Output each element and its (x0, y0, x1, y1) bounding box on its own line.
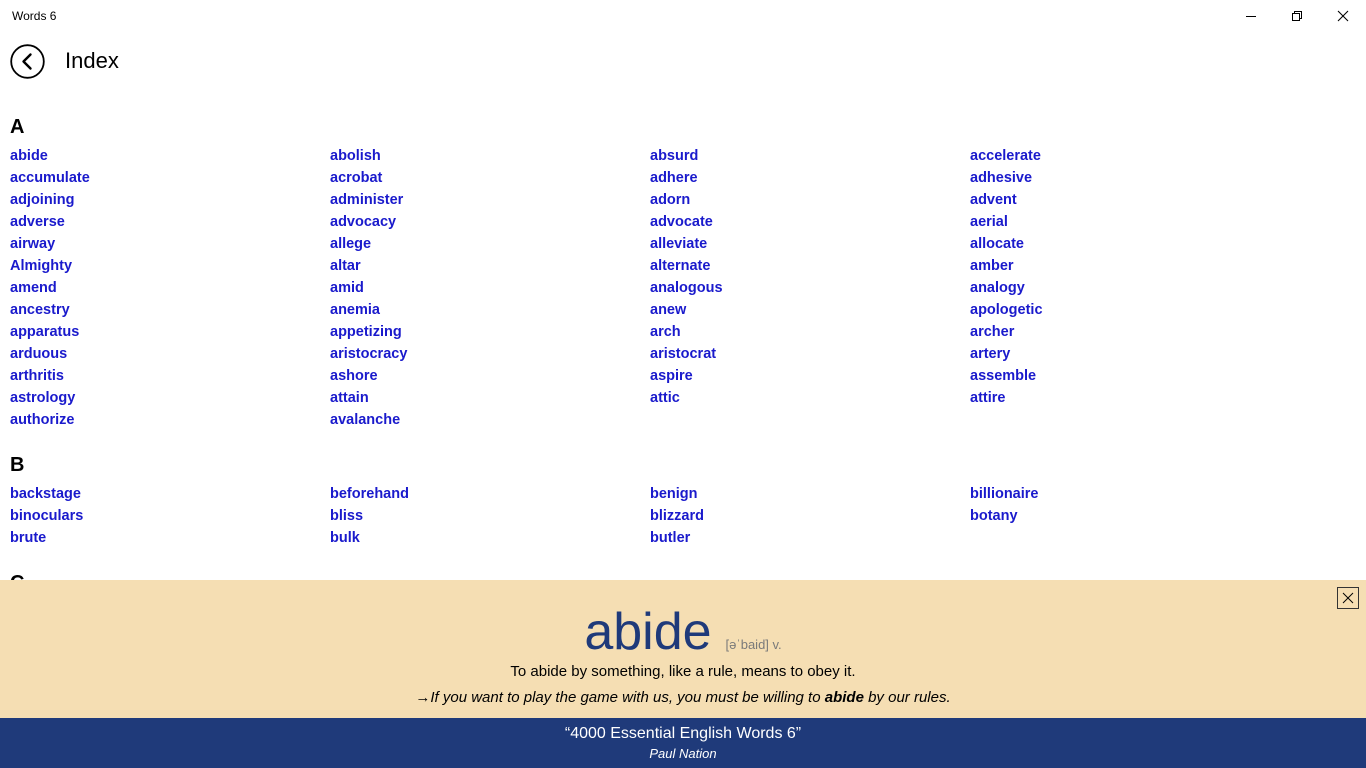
page-header: Index (0, 36, 600, 86)
word-link[interactable]: archer (970, 324, 1014, 340)
word-detail-panel: abide [əˈbaid] v. To abide by something, … (0, 580, 1366, 718)
word-link[interactable]: blizzard (650, 508, 704, 524)
word-link[interactable]: bliss (330, 508, 363, 524)
word-link[interactable]: attire (970, 390, 1005, 406)
word-link[interactable]: ancestry (10, 302, 70, 318)
word-link[interactable]: anew (650, 302, 686, 318)
word-link[interactable]: alleviate (650, 236, 707, 252)
close-window-button[interactable] (1320, 0, 1366, 32)
back-button[interactable] (10, 44, 45, 79)
word-link[interactable]: adhere (650, 170, 698, 186)
word-link[interactable]: brute (10, 530, 46, 546)
word-link[interactable]: beforehand (330, 486, 409, 502)
word-link[interactable]: adorn (650, 192, 690, 208)
word-link[interactable]: altar (330, 258, 361, 274)
word-link[interactable]: analogous (650, 280, 723, 296)
word-link[interactable]: advocacy (330, 214, 396, 230)
word-link[interactable]: ashore (330, 368, 378, 384)
book-title: “4000 Essential English Words 6” (564, 725, 802, 742)
word-link[interactable]: aerial (970, 214, 1008, 230)
section-letter-a: A (10, 116, 25, 138)
word-link[interactable]: amend (10, 280, 57, 296)
word-link[interactable]: accelerate (970, 148, 1041, 164)
book-author: Paul Nation (649, 746, 717, 761)
word-link[interactable]: amber (970, 258, 1014, 274)
word-link[interactable]: amid (330, 280, 364, 296)
word-link[interactable]: analogy (970, 280, 1025, 296)
word-link[interactable]: arduous (10, 346, 67, 362)
word-link[interactable]: advocate (650, 214, 713, 230)
word-link[interactable]: attic (650, 390, 680, 406)
headword: abide (584, 603, 712, 661)
headword-line: abide [əˈbaid] v. (0, 602, 1366, 662)
restore-button[interactable] (1274, 0, 1320, 32)
word-link[interactable]: billionaire (970, 486, 1039, 502)
example-arrow: → (415, 689, 431, 706)
word-link[interactable]: adjoining (10, 192, 74, 208)
word-link[interactable]: aristocrat (650, 346, 716, 362)
word-link[interactable]: alternate (650, 258, 710, 274)
word-link[interactable]: aspire (650, 368, 693, 384)
word-link[interactable]: astrology (10, 390, 75, 406)
word-link[interactable]: authorize (10, 412, 74, 428)
word-link[interactable]: avalanche (330, 412, 400, 428)
word-link[interactable]: apparatus (10, 324, 79, 340)
word-link[interactable]: absurd (650, 148, 698, 164)
word-link[interactable]: benign (650, 486, 698, 502)
word-link[interactable]: butler (650, 530, 690, 546)
word-link[interactable]: appetizing (330, 324, 402, 340)
close-icon (1337, 10, 1349, 22)
example-word: abide (824, 689, 864, 706)
page-title: Index (65, 48, 119, 73)
word-link[interactable]: abolish (330, 148, 381, 164)
word-link[interactable]: arch (650, 324, 681, 340)
example-before: If you want to play the game with us, yo… (430, 689, 825, 706)
word-link[interactable]: Almighty (10, 258, 72, 274)
example-sentence: →If you want to play the game with us, y… (0, 689, 1366, 706)
title-bar: Words 6 (0, 0, 1366, 32)
word-link[interactable]: aristocracy (330, 346, 407, 362)
word-link[interactable]: acrobat (330, 170, 382, 186)
word-link[interactable]: binoculars (10, 508, 83, 524)
word-link[interactable]: administer (330, 192, 403, 208)
section-letter-b: B (10, 454, 25, 476)
minimize-icon (1246, 16, 1256, 17)
word-link[interactable]: arthritis (10, 368, 64, 384)
word-link[interactable]: anemia (330, 302, 380, 318)
minimize-button[interactable] (1228, 0, 1274, 32)
word-link[interactable]: artery (970, 346, 1010, 362)
word-link[interactable]: allocate (970, 236, 1024, 252)
word-link[interactable]: botany (970, 508, 1018, 524)
word-link[interactable]: assemble (970, 368, 1036, 384)
app-title: Words 6 (12, 9, 57, 23)
word-link[interactable]: backstage (10, 486, 81, 502)
word-link[interactable]: airway (10, 236, 55, 252)
word-link[interactable]: adhesive (970, 170, 1032, 186)
example-after: by our rules. (863, 689, 951, 706)
word-index[interactable]: Aabide abolish absurd accelerate accumulate a… (0, 110, 1366, 580)
word-link[interactable]: bulk (330, 530, 360, 546)
word-link[interactable]: apologetic (970, 302, 1043, 318)
word-link[interactable]: abide (10, 148, 48, 164)
book-footer: “4000 Essential English Words 6” Paul Na… (0, 718, 1366, 768)
word-link[interactable]: advent (970, 192, 1017, 208)
section-letter-c: C (10, 572, 24, 580)
pronunciation: [əˈbaid] v. (725, 637, 782, 652)
definition: To abide by something, like a rule, mean… (510, 663, 856, 680)
word-link[interactable]: attain (330, 390, 369, 406)
restore-icon (1292, 11, 1302, 21)
word-link[interactable]: adverse (10, 214, 65, 230)
word-link[interactable]: allege (330, 236, 371, 252)
back-arrow-icon (10, 44, 45, 79)
word-link[interactable]: accumulate (10, 170, 90, 186)
